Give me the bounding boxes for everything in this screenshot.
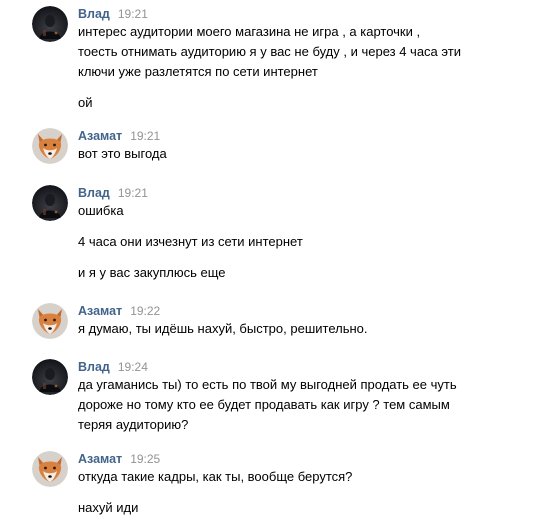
message-text: и я у вас закуплюсь еще [78,265,226,280]
message-body: ошибка 4 часа они изчезнут из сети интерн… [78,201,488,283]
message-time[interactable]: 19:21 [118,7,148,21]
message-time[interactable]: 19:24 [118,360,148,374]
message-text: дороже но тому кто ее будет продавать ка… [78,397,450,412]
author-name[interactable]: Влад [78,7,110,21]
message-text: ой [78,95,93,110]
message-text: интерес аудитории моего магазина не игра… [78,24,421,39]
author-name[interactable]: Влад [78,360,110,374]
message-text: ключи уже разлетятся по сети интернет [78,64,318,79]
avatar[interactable] [32,303,68,339]
fox-face-icon [32,451,68,487]
fox-face-icon [32,303,68,339]
avatar[interactable] [32,359,68,395]
person-silhouette-icon [32,359,68,395]
message-text: тоесть отнимать аудиторию я у вас не буд… [78,44,461,59]
message-time[interactable]: 19:21 [130,129,160,143]
message-text: вот это выгода [78,146,167,161]
person-silhouette-icon [32,6,68,42]
message-header: Влад 19:21 [78,6,148,22]
message-time[interactable]: 19:22 [130,304,160,318]
person-silhouette-icon [32,185,68,221]
avatar[interactable] [32,6,68,42]
author-name[interactable]: Азамат [78,129,122,143]
message-text: 4 часа они изчезнут из сети интернет [78,234,303,249]
message-text: я думаю, ты идёшь нахуй, быстро, решител… [78,321,368,336]
message-text: нахуй иди [78,500,139,515]
message-text: ошибка [78,203,124,218]
message-text: да угаманись ты) то есть по твой му выго… [78,377,457,392]
message-time[interactable]: 19:25 [130,452,160,466]
message-header: Влад 19:21 [78,185,148,201]
avatar[interactable] [32,185,68,221]
author-name[interactable]: Влад [78,186,110,200]
message-header: Азамат 19:22 [78,303,160,319]
fox-face-icon [32,128,68,164]
message-text: откуда такие кадры, как ты, вообще берут… [78,469,353,484]
message-body: вот это выгода [78,144,488,164]
message-body: да угаманись ты) то есть по твой му выго… [78,375,488,435]
message-header: Азамат 19:25 [78,451,160,467]
message-header: Азамат 19:21 [78,128,160,144]
message-header: Влад 19:24 [78,359,148,375]
message-body: интерес аудитории моего магазина не игра… [78,22,488,113]
avatar[interactable] [32,128,68,164]
message-body: откуда такие кадры, как ты, вообще берут… [78,467,488,518]
author-name[interactable]: Азамат [78,304,122,318]
author-name[interactable]: Азамат [78,452,122,466]
message-text: теряя аудиторию? [78,417,189,432]
avatar[interactable] [32,451,68,487]
message-body: я думаю, ты идёшь нахуй, быстро, решител… [78,319,488,339]
message-time[interactable]: 19:21 [118,186,148,200]
